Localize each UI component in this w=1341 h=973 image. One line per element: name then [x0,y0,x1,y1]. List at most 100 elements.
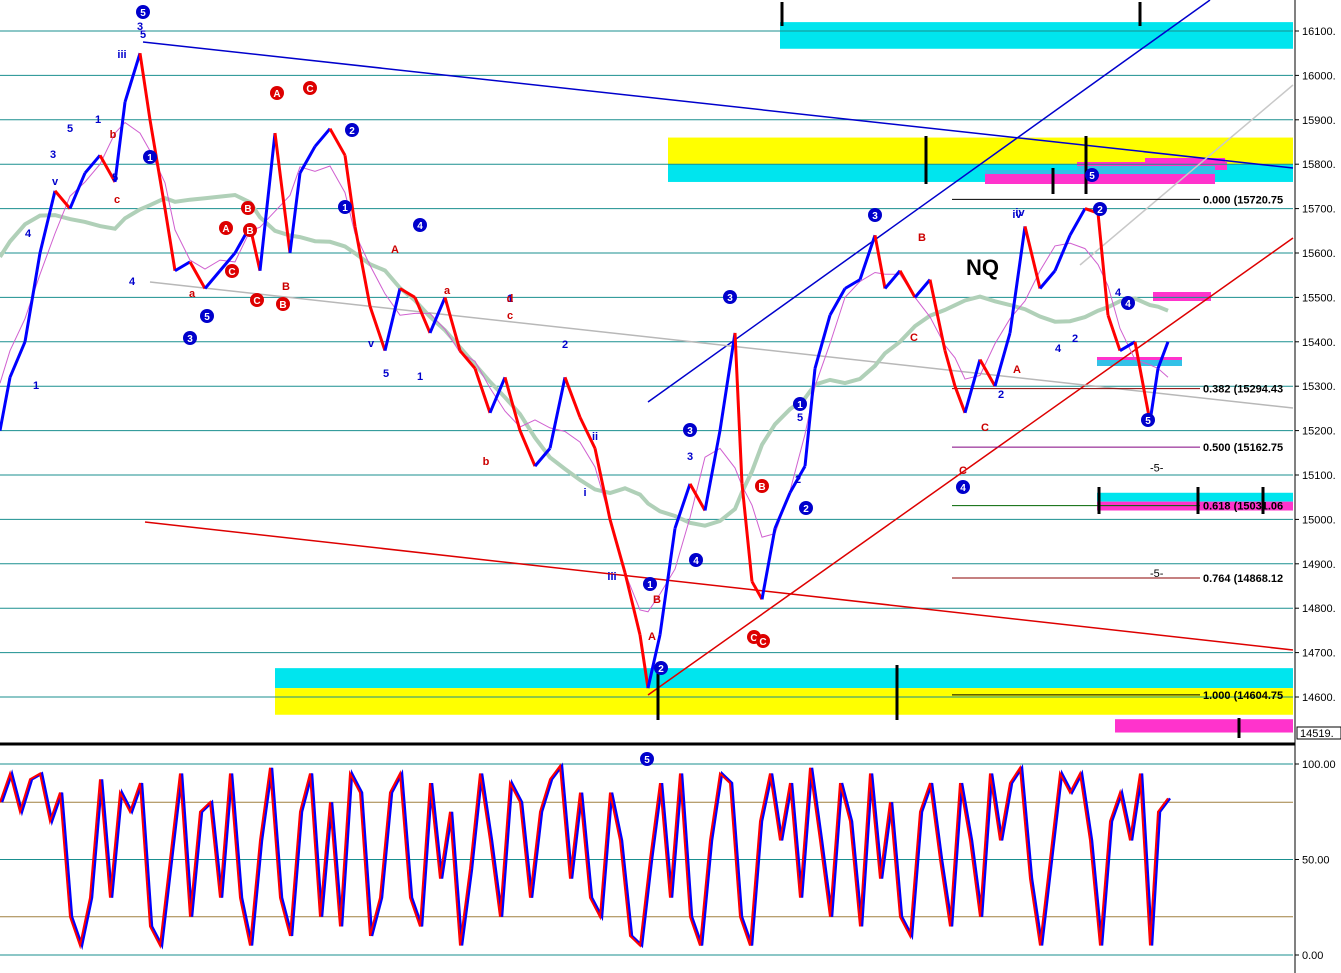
circled-wave-label: B [758,482,765,493]
osc-tick-label: 0.00 [1302,950,1323,962]
chart-root: 0.000 (15720.75 0.382 (15294.43 0.500 (151… [0,0,1341,973]
wave-label: v [368,338,375,350]
circled-wave-label: 5 [1145,416,1151,427]
y-tick-label: 15200. [1302,426,1336,438]
y-tick-label: 15100. [1302,470,1336,482]
last-price-label: 14519. [1300,728,1334,740]
circled-wave-label: 1 [647,580,653,591]
circled-wave-label: 4 [417,221,423,232]
wave-label: b [110,129,117,141]
zone-mark [985,166,1215,174]
circled-wave-label: 5 [1089,171,1095,182]
wave-label: C [981,422,989,434]
wave-label: A [1013,364,1021,376]
circled-wave-label: 4 [960,483,966,494]
circled-wave-label: C [228,267,235,278]
wave-label: A [648,631,656,643]
circled-wave-label: 2 [349,126,355,137]
circled-wave-label: 3 [187,334,193,345]
wave-label: a [189,288,196,300]
wave-label: A [391,244,399,256]
fib-label: 0.618 (15031.06 [1203,501,1283,513]
wave-label: 5 [112,172,118,184]
y-tick-label: 15300. [1302,381,1336,393]
wave-label: 1 [417,371,423,383]
wave-label: c [507,310,513,322]
wave-label: C [910,332,918,344]
wave-label: 2 [562,339,568,351]
wave-label: B [282,281,290,293]
circled-wave-label: 1 [797,400,803,411]
wave-label: iv [1012,209,1022,221]
wave-label: ii [592,431,598,443]
circled-wave-label: A [222,224,229,235]
fib-label: 0.764 (14868.12 [1203,573,1283,585]
circled-wave-label: 3 [872,211,878,222]
fib-label: 1.000 (14604.75 [1203,690,1283,702]
y-tick-label: 15700. [1302,204,1336,216]
circled-wave-label: B [246,226,253,237]
wave-label: B [653,594,661,606]
circled-wave-label: C [759,637,766,648]
wave-label: 4 [25,228,32,240]
wave-label: 4 [1055,343,1062,355]
circled-wave-label: 5 [140,8,146,19]
wave-label: C [959,465,967,477]
wave-label: 3 [687,451,693,463]
circled-wave-label: 1 [342,203,348,214]
wave-label: 5 [383,368,389,380]
wave-label: 3 [50,149,56,161]
wave-label: 4 [129,276,136,288]
chart-canvas: 0.000 (15720.75 0.382 (15294.43 0.500 (151… [0,0,1341,973]
wave-label: iii [607,571,616,583]
circled-wave-label: 1 [147,153,153,164]
price-band [780,22,1293,49]
osc-tick-label: 50.00 [1302,855,1330,867]
chart-title: NQ [966,255,999,280]
y-tick-label: 14900. [1302,559,1336,571]
extra-label: -5- [1150,462,1164,474]
circled-wave-label: 2 [803,504,809,515]
wave-label: iii [117,49,126,61]
y-tick-label: 15400. [1302,337,1336,349]
wave-label: b [483,456,490,468]
price-panel [0,0,1293,742]
circled-wave-label: 2 [1097,205,1103,216]
y-tick-label: 15500. [1302,292,1336,304]
circled-wave-label: C [253,296,260,307]
wave-label: 2 [998,389,1004,401]
y-tick-label: 14700. [1302,648,1336,660]
wave-label: 5 [67,123,73,135]
fib-label: 0.500 (15162.75 [1203,442,1283,454]
circled-wave-label: 2 [658,664,664,675]
circled-wave-label: B [279,300,286,311]
extra-label: -5- [1150,568,1164,580]
wave-label: c [114,194,120,206]
zone-mark [1153,292,1211,301]
y-tick-label: 15800. [1302,159,1336,171]
fib-label: 0.382 (15294.43 [1203,384,1283,396]
circled-wave-label: B [244,204,251,215]
y-axis-panel [1295,0,1341,973]
wave-label: a [444,285,451,297]
circled-wave-label: A [273,89,280,100]
wave-label: 2 [795,474,801,486]
osc-tick-label: 100.00 [1302,759,1336,771]
fib-label: 0.000 (15720.75 [1203,194,1283,206]
circled-wave-label: 4 [693,556,699,567]
wave-label: 5 [797,412,803,424]
wave-label: 4 [1115,287,1122,299]
wave-label: B [918,232,926,244]
y-tick-label: 14600. [1302,692,1336,704]
y-tick-label: 16100. [1302,26,1336,38]
circled-wave-label: C [306,84,313,95]
y-tick-label: 15900. [1302,115,1336,127]
wave-label: 1 [95,114,101,126]
price-band [1115,719,1293,733]
wave-label: i [583,487,586,499]
wave-label: 3 [137,21,143,33]
wave-label: 2 [1072,333,1078,345]
y-tick-label: 14800. [1302,603,1336,615]
y-tick-label: 15600. [1302,248,1336,260]
price-band [275,668,1293,689]
